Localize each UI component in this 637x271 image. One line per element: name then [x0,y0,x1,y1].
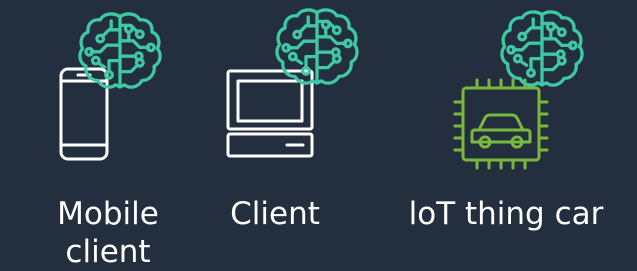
mobile-client-label: Mobile client [18,195,198,271]
client-group: Client [215,10,365,240]
brain-circuit-icon [498,8,586,96]
mobile-client-label-line2: client [65,234,151,270]
brain-circuit-icon [273,6,361,94]
ml-device-diagram: Mobile client Client loT thing car [0,0,637,271]
mobile-client-group: Mobile client [40,10,180,270]
client-label: Client [195,195,355,233]
iot-car-label-line1: loT thing car [408,196,604,232]
mobile-client-label-line1: Mobile [57,196,159,232]
brain-circuit-icon [76,10,164,98]
iot-car-group: loT thing car [388,10,628,240]
client-label-line1: Client [230,196,320,232]
iot-car-label: loT thing car [388,195,624,233]
